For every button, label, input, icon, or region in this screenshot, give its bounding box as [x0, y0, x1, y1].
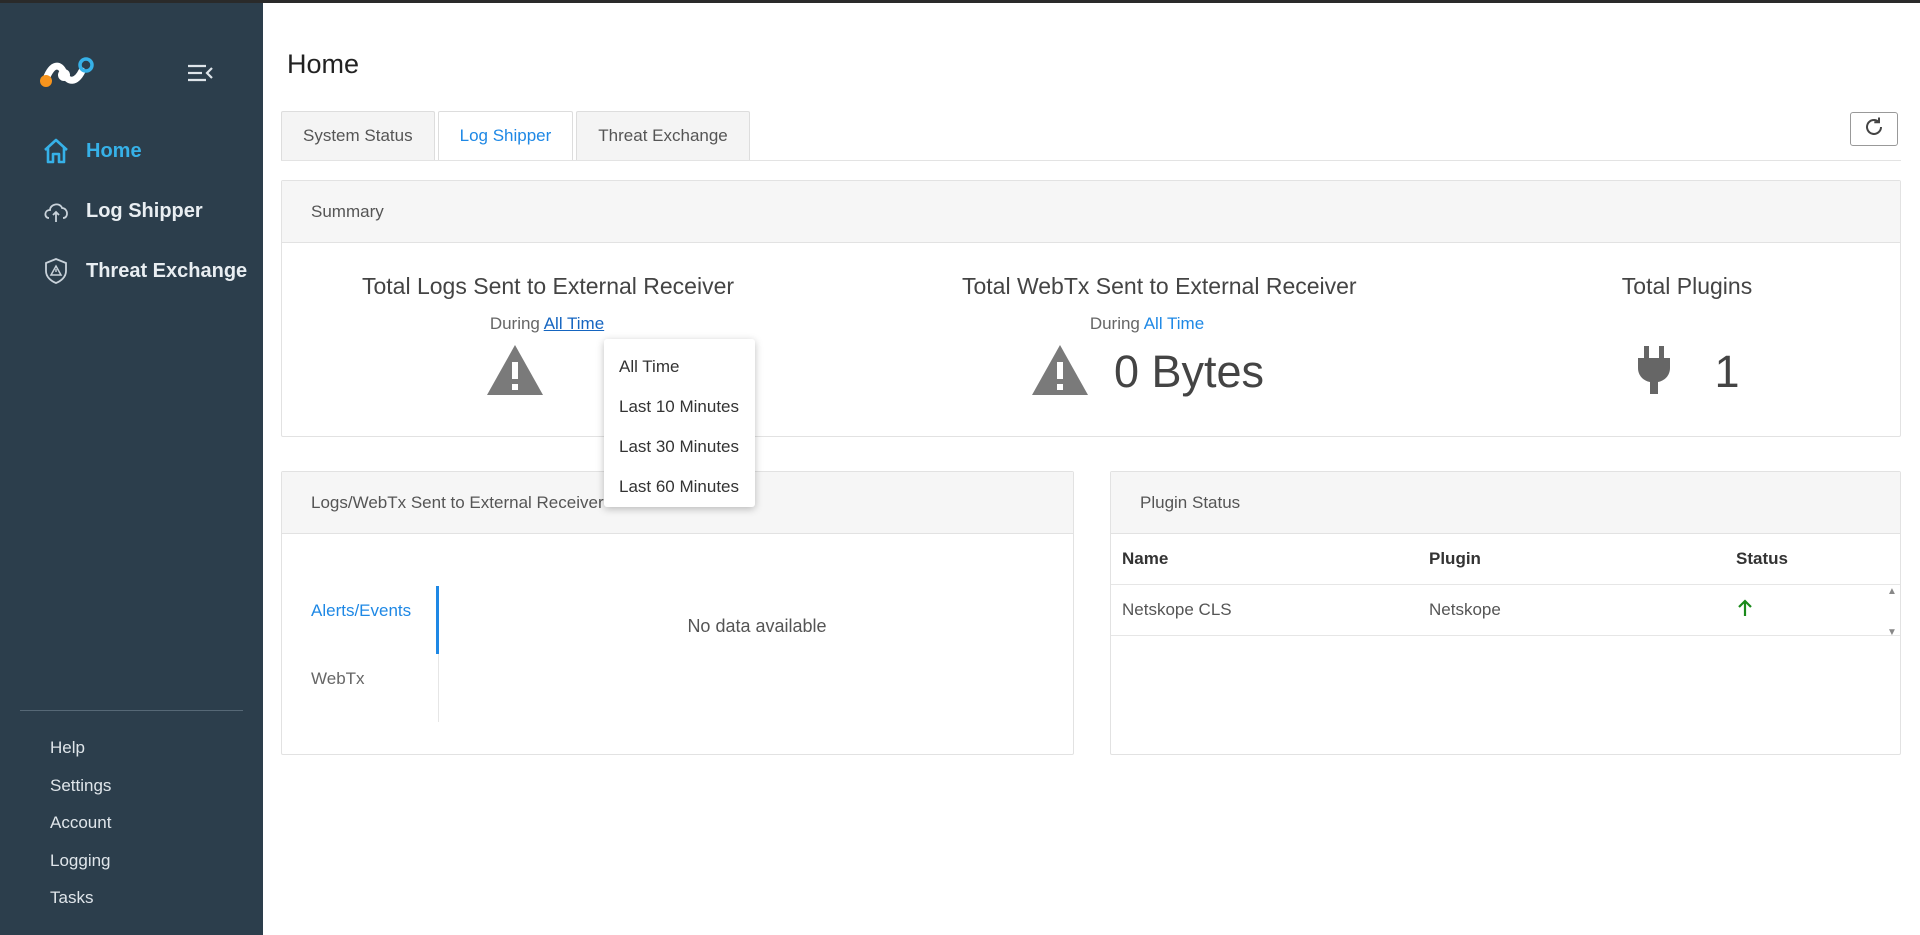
- footer-item-help[interactable]: Help: [50, 733, 111, 771]
- dropdown-option-all-time[interactable]: All Time: [604, 347, 755, 387]
- stat-during: During All Time: [962, 314, 1332, 334]
- plugin-table: Name Plugin Status Netskope CLS Netskope…: [1111, 534, 1900, 638]
- tab-divider: [281, 160, 1901, 161]
- empty-state-text: No data available: [687, 616, 827, 636]
- plugin-status-card: Plugin Status Name Plugin Status Netskop…: [1110, 471, 1901, 755]
- footer-item-tasks[interactable]: Tasks: [50, 883, 111, 921]
- vtab-alerts-events[interactable]: Alerts/Events: [282, 586, 439, 654]
- sidebar-divider: [20, 710, 243, 711]
- tab-system-status[interactable]: System Status: [281, 111, 435, 160]
- period-dropdown-menu: All Time Last 10 Minutes Last 30 Minutes…: [604, 339, 755, 507]
- tab-bar: System Status Log Shipper Threat Exchang…: [281, 111, 753, 160]
- plugin-card-header: Plugin Status: [1111, 472, 1900, 534]
- plug-icon: [1634, 344, 1674, 401]
- column-header-plugin[interactable]: Plugin: [1418, 549, 1725, 569]
- home-icon: [40, 135, 72, 167]
- stat-value: 0 Bytes: [1113, 346, 1265, 397]
- table-header-row: Name Plugin Status: [1111, 534, 1900, 585]
- period-selector-link[interactable]: All Time: [1144, 314, 1204, 333]
- app-logo[interactable]: [38, 53, 102, 93]
- plugin-status-cell: [1725, 598, 1875, 623]
- during-label: During: [1089, 314, 1140, 333]
- footer-item-logging[interactable]: Logging: [50, 846, 111, 884]
- refresh-button[interactable]: [1850, 112, 1898, 146]
- footer-item-settings[interactable]: Settings: [50, 771, 111, 809]
- cloud-upload-icon: [40, 195, 72, 227]
- nav-item-label: Log Shipper: [86, 199, 203, 222]
- main-nav: Home Log Shipper Threat Exchange: [0, 121, 263, 301]
- during-label: During: [489, 314, 540, 333]
- scroll-down-icon[interactable]: ▼: [1887, 627, 1897, 638]
- stat-total-webtx: Total WebTx Sent to External Receiver Du…: [962, 243, 1357, 400]
- shield-alert-icon: [40, 255, 72, 287]
- nav-item-log-shipper[interactable]: Log Shipper: [0, 181, 263, 241]
- refresh-icon: [1863, 116, 1885, 143]
- dropdown-option-last-30-minutes[interactable]: Last 30 Minutes: [604, 427, 755, 467]
- warning-icon: [1030, 343, 1090, 402]
- nav-item-home[interactable]: Home: [0, 121, 263, 181]
- stat-during: During All Time: [362, 314, 732, 334]
- column-header-name[interactable]: Name: [1111, 549, 1418, 569]
- page-title: Home: [287, 49, 360, 79]
- stat-title: Total Plugins: [1621, 273, 1753, 299]
- nav-item-threat-exchange[interactable]: Threat Exchange: [0, 241, 263, 301]
- arrow-up-icon: [1736, 598, 1754, 622]
- stat-title: Total WebTx Sent to External Receiver: [962, 273, 1357, 299]
- summary-card-header: Summary: [282, 181, 1900, 243]
- period-selector-link[interactable]: All Time: [544, 314, 604, 333]
- nav-item-label: Threat Exchange: [86, 259, 248, 282]
- stat-value-row: 1: [1562, 344, 1812, 400]
- plugin-type-cell: Netskope: [1429, 600, 1501, 619]
- nav-item-label: Home: [86, 139, 142, 162]
- stat-value: 1: [1714, 346, 1740, 397]
- warning-icon: [485, 343, 545, 402]
- footer-item-account[interactable]: Account: [50, 808, 111, 846]
- main-content: Home System Status Log Shipper Threat Ex…: [263, 3, 1920, 935]
- scroll-up-icon[interactable]: ▲: [1887, 586, 1897, 597]
- dropdown-option-last-10-minutes[interactable]: Last 10 Minutes: [604, 387, 755, 427]
- collapse-menu-icon[interactable]: [186, 61, 214, 85]
- stat-value-row: 0 Bytes: [962, 344, 1332, 400]
- sidebar: Home Log Shipper Threat Exchange Help Se…: [0, 3, 263, 935]
- dropdown-option-last-60-minutes[interactable]: Last 60 Minutes: [604, 467, 755, 507]
- summary-card: Summary Total Logs Sent to External Rece…: [281, 180, 1901, 437]
- vtab-webtx[interactable]: WebTx: [282, 654, 439, 722]
- plugin-name-cell: Netskope CLS: [1122, 600, 1232, 619]
- table-row[interactable]: Netskope CLS Netskope: [1111, 585, 1900, 636]
- tab-log-shipper[interactable]: Log Shipper: [437, 111, 574, 160]
- logs-webtx-card: Logs/WebTx Sent to External Receiver Ale…: [281, 471, 1074, 755]
- tab-threat-exchange[interactable]: Threat Exchange: [576, 111, 750, 160]
- stat-during-spacer: [1562, 314, 1812, 334]
- footer-nav: Help Settings Account Logging Tasks: [50, 733, 111, 921]
- table-scrollbar[interactable]: ▲ ▼: [1884, 586, 1900, 638]
- stat-total-plugins: Total Plugins 1: [1562, 243, 1812, 400]
- column-header-status[interactable]: Status: [1725, 549, 1875, 569]
- stat-title: Total Logs Sent to External Receiver: [362, 273, 735, 299]
- vertical-tabs: Alerts/Events WebTx: [282, 586, 439, 722]
